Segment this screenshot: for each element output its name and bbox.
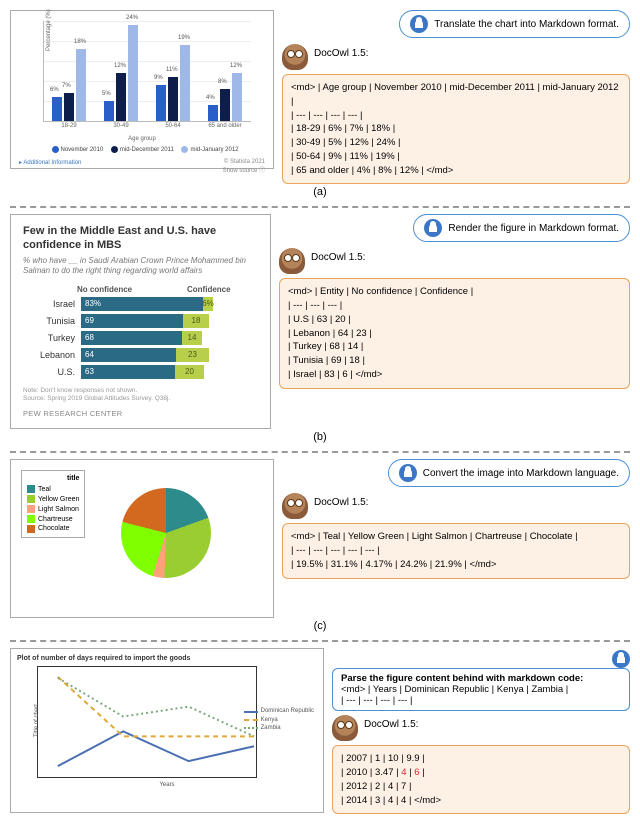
- section-c: title Teal Yellow Green Light Salmon Cha…: [10, 459, 630, 632]
- owl-icon: [332, 715, 358, 741]
- x-axis-label: Years: [17, 782, 317, 788]
- user-icon: [399, 464, 417, 482]
- chart-source-org: PEW RESEARCH CENTER: [23, 409, 258, 418]
- user-prompt-bubble: Translate the chart into Markdown format…: [399, 10, 630, 38]
- chart-note: Note: Don't know responses not shown. So…: [23, 387, 258, 404]
- user-prompt-bubble: Render the figure in Markdown format.: [413, 214, 630, 242]
- owl-label: DocOwl 1.5:: [311, 252, 365, 263]
- user-icon: [612, 650, 630, 668]
- chart-b-horizontal-bar: Few in the Middle East and U.S. have con…: [10, 214, 271, 429]
- owl-icon: [282, 44, 308, 70]
- prompt-header: Parse the figure content behind with mar…: [341, 673, 583, 684]
- pie-chart: [121, 488, 211, 578]
- response-box: | 2007 | 1 | 10 | 9.9 | | 2010 | 3.47 | …: [332, 745, 630, 814]
- prompt-body: <md> | Years | Dominican Republic | Keny…: [341, 684, 568, 706]
- section-d: Plot of number of days required to impor…: [10, 648, 630, 814]
- section-label-b: (b): [10, 431, 630, 443]
- line-legend: Dominican Republic Kenya Zambia: [244, 707, 314, 732]
- section-label-a: (a): [10, 186, 630, 198]
- user-prompt-text: Translate the chart into Markdown format…: [434, 19, 619, 30]
- chart-d-line: Plot of number of days required to impor…: [10, 648, 324, 813]
- section-b: Few in the Middle East and U.S. have con…: [10, 214, 630, 443]
- y-axis-label: Percentage (%): [46, 9, 52, 51]
- owl-label: DocOwl 1.5:: [364, 719, 418, 730]
- chart-title: Few in the Middle East and U.S. have con…: [23, 225, 258, 251]
- owl-label: DocOwl 1.5:: [314, 497, 368, 508]
- user-prompt-box: Parse the figure content behind with mar…: [332, 668, 630, 711]
- owl-icon: [279, 248, 305, 274]
- owl-icon: [282, 493, 308, 519]
- chart-subtitle: % who have __ in Saudi Arabian Crown Pri…: [23, 256, 258, 277]
- response-box: <md> | Age group | November 2010 | mid-D…: [282, 74, 630, 184]
- additional-info-link[interactable]: ▸ Additional Information: [19, 159, 81, 174]
- response-box: <md> | Teal | Yellow Green | Light Salmo…: [282, 523, 630, 578]
- pie-legend: title Teal Yellow Green Light Salmon Cha…: [21, 470, 85, 538]
- user-icon: [410, 15, 428, 33]
- user-prompt-bubble: Convert the image into Markdown language…: [388, 459, 630, 487]
- divider: [10, 640, 630, 642]
- chart-c-pie: title Teal Yellow Green Light Salmon Cha…: [10, 459, 274, 618]
- owl-label: DocOwl 1.5:: [314, 48, 368, 59]
- user-prompt-text: Convert the image into Markdown language…: [423, 468, 619, 479]
- divider: [10, 206, 630, 208]
- chart-a-grouped-bar: Percentage (%) 6% 7% 18% 18-29 5% 12% 24…: [10, 10, 274, 169]
- chart-title: Plot of number of days required to impor…: [17, 655, 317, 662]
- section-label-c: (c): [10, 620, 630, 632]
- source-text: © Statista 2021Show source ⓘ: [223, 159, 265, 174]
- x-axis-label: Age group: [17, 136, 267, 142]
- response-box: <md> | Entity | No confidence | Confiden…: [279, 278, 630, 388]
- user-prompt-text: Render the figure in Markdown format.: [448, 223, 619, 234]
- divider: [10, 451, 630, 453]
- section-a: Percentage (%) 6% 7% 18% 18-29 5% 12% 24…: [10, 10, 630, 198]
- chart-legend: November 2010 mid-December 2011 mid-Janu…: [17, 146, 267, 153]
- user-icon: [424, 219, 442, 237]
